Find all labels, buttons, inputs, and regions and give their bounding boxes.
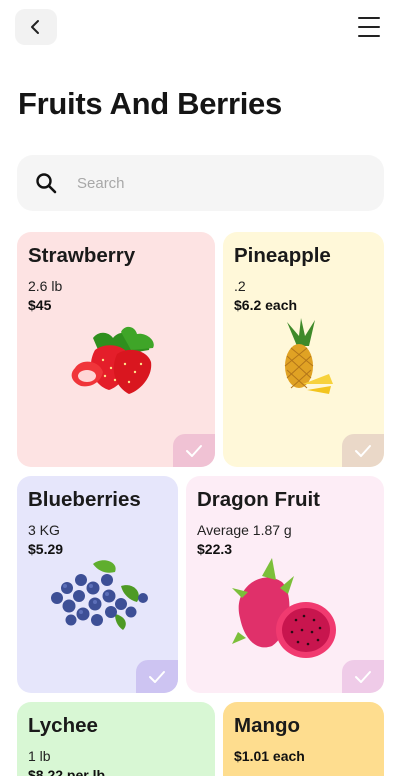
product-card-pineapple[interactable]: Pineapple .2 $6.2 each <box>223 232 384 467</box>
dragon-fruit-image <box>232 558 336 658</box>
page-title: Fruits And Berries <box>18 86 282 121</box>
strawberry-image <box>71 326 154 394</box>
product-name: Dragon Fruit <box>197 488 320 511</box>
blueberries-image <box>51 560 148 630</box>
product-price: $5.29 <box>28 541 64 557</box>
product-price: $45 <box>28 297 52 313</box>
product-quantity: 2.6 lb <box>28 278 63 294</box>
select-check-button[interactable] <box>136 660 178 693</box>
product-name: Blueberries <box>28 488 141 511</box>
menu-button[interactable] <box>358 17 380 37</box>
product-card-dragon-fruit[interactable]: Dragon Fruit Average 1.87 g $22.3 <box>186 476 384 693</box>
product-price: $6.2 each <box>234 297 298 313</box>
pineapple-image <box>284 318 333 394</box>
product-quantity: 3 KG <box>28 522 60 538</box>
search-input[interactable] <box>77 169 367 197</box>
product-quantity: 1 lb <box>28 748 51 764</box>
select-check-button[interactable] <box>342 434 384 467</box>
product-card-strawberry[interactable]: Strawberry 2.6 lb $45 <box>17 232 215 467</box>
product-name: Strawberry <box>28 244 136 267</box>
check-icon <box>355 670 371 683</box>
product-quantity: .2 <box>234 278 246 294</box>
chevron-left-icon <box>31 20 39 34</box>
select-check-button[interactable] <box>173 434 215 467</box>
top-bar <box>0 0 404 60</box>
check-icon <box>186 444 202 457</box>
hamburger-menu-icon <box>358 17 380 20</box>
check-icon <box>355 444 371 457</box>
product-price: $8.22 per lb <box>28 767 106 776</box>
product-price: $1.01 each <box>234 748 305 764</box>
product-card-blueberries[interactable]: Blueberries 3 KG $5.29 <box>17 476 178 693</box>
product-card-lychee[interactable]: Lychee 1 lb $8.22 per lb <box>17 702 215 776</box>
product-quantity: Average 1.87 g <box>197 522 292 538</box>
product-name: Pineapple <box>234 244 331 267</box>
check-icon <box>149 670 165 683</box>
product-name: Lychee <box>28 714 98 737</box>
product-name: Mango <box>234 714 301 737</box>
back-button[interactable] <box>15 9 57 45</box>
product-card-mango[interactable]: Mango $1.01 each <box>223 702 384 776</box>
select-check-button[interactable] <box>342 660 384 693</box>
product-price: $22.3 <box>197 541 233 557</box>
search-bar[interactable] <box>17 155 384 211</box>
search-icon <box>36 173 57 194</box>
